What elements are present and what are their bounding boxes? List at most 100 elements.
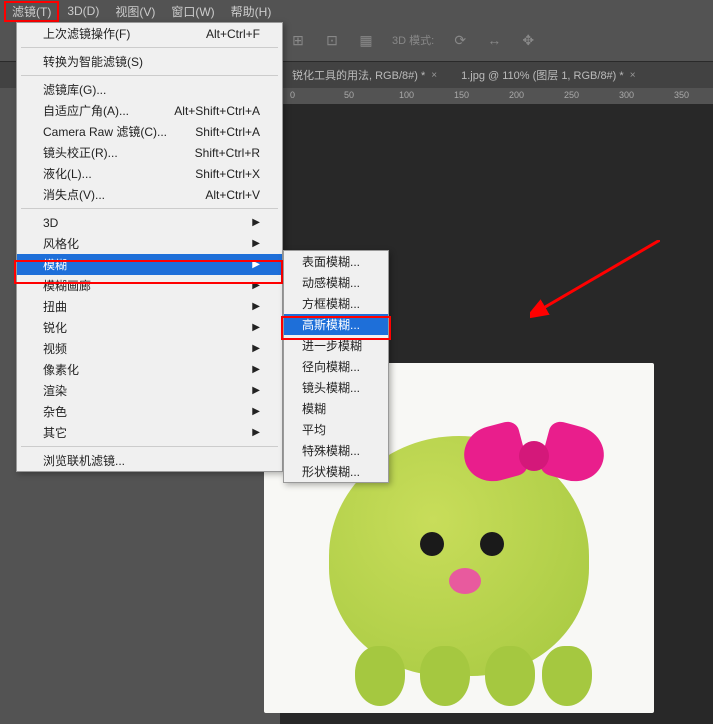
sub-item-surface-blur[interactable]: 表面模糊... [284,251,388,272]
menu-window[interactable]: 窗口(W) [163,1,222,22]
chevron-right-icon: ▶ [252,427,260,438]
menu-item-shortcut: Alt+Ctrl+V [205,188,260,202]
menu-item-distort[interactable]: 扭曲 ▶ [17,296,282,317]
pan-icon[interactable]: ↔ [486,32,502,48]
tab-label: 锐化工具的用法, RGB/8#) * [292,67,425,83]
menu-item-render[interactable]: 渲染 ▶ [17,380,282,401]
menu-item-noise[interactable]: 杂色 ▶ [17,401,282,422]
menu-item-shortcut: Shift+Ctrl+X [195,167,260,181]
menu-filter[interactable]: 滤镜(T) [4,1,59,22]
menu-item-shortcut: Shift+Ctrl+A [195,125,260,139]
toolbar-icon-2[interactable]: ⊡ [324,32,340,48]
menu-item-stylize[interactable]: 风格化 ▶ [17,233,282,254]
menu-item-label: 模糊 [43,256,67,273]
menu-item-pixelate[interactable]: 像素化 ▶ [17,359,282,380]
toolbar-icon-1[interactable]: ⊞ [290,32,306,48]
menu-separator [21,75,278,76]
tentacle-icon [485,646,535,706]
menubar: 滤镜(T) 3D(D) 视图(V) 窗口(W) 帮助(H) [0,0,713,22]
ruler-tick: 100 [399,90,414,100]
chevron-right-icon: ▶ [252,280,260,291]
sub-item-lens-blur[interactable]: 镜头模糊... [284,377,388,398]
toolbar-icon-3[interactable]: ▦ [358,32,374,48]
ruler-tick: 50 [344,90,354,100]
chevron-right-icon: ▶ [252,385,260,396]
sub-item-gaussian-blur[interactable]: 高斯模糊... [284,314,388,335]
menu-item-label: 锐化 [43,319,67,336]
tab-label: 1.jpg @ 110% (图层 1, RGB/8#) * [461,67,624,83]
menu-item-liquify[interactable]: 液化(L)... Shift+Ctrl+X [17,163,282,184]
toolbar-3d-mode-label: 3D 模式: [392,32,434,48]
chevron-right-icon: ▶ [252,322,260,333]
chevron-right-icon: ▶ [252,301,260,312]
sub-item-box-blur[interactable]: 方框模糊... [284,293,388,314]
menu-separator [21,47,278,48]
sub-item-more-blur[interactable]: 进一步模糊 [284,335,388,356]
menu-item-filter-gallery[interactable]: 滤镜库(G)... [17,79,282,100]
filter-dropdown-menu: 上次滤镜操作(F) Alt+Ctrl+F 转换为智能滤镜(S) 滤镜库(G)..… [16,22,283,472]
horizontal-ruler: 0 50 100 150 200 250 300 350 [280,88,713,104]
menu-item-sharpen[interactable]: 锐化 ▶ [17,317,282,338]
menu-item-label: 其它 [43,424,67,441]
menu-item-blur-gallery[interactable]: 模糊画廊 ▶ [17,275,282,296]
ruler-tick: 350 [674,90,689,100]
menu-item-other[interactable]: 其它 ▶ [17,422,282,443]
sub-item-special-blur[interactable]: 特殊模糊... [284,440,388,461]
menu-item-browse-online[interactable]: 浏览联机滤镜... [17,450,282,471]
menu-item-label: 自适应广角(A)... [43,102,129,119]
menu-item-label: 扭曲 [43,298,67,315]
chevron-right-icon: ▶ [252,238,260,249]
menu-view[interactable]: 视图(V) [107,1,163,22]
menu-item-shortcut: Shift+Ctrl+R [195,146,260,160]
tentacle-icon [542,646,592,706]
menu-help[interactable]: 帮助(H) [223,1,280,22]
ruler-tick: 250 [564,90,579,100]
ruler-tick: 0 [290,90,295,100]
menu-item-3d[interactable]: 3D ▶ [17,212,282,233]
tentacle-icon [355,646,405,706]
menu-item-label: 上次滤镜操作(F) [43,25,130,42]
menu-item-video[interactable]: 视频 ▶ [17,338,282,359]
close-icon[interactable]: × [431,70,437,81]
menu-item-blur[interactable]: 模糊 ▶ [17,254,282,275]
menu-item-label: 转换为智能滤镜(S) [43,53,143,70]
menu-item-label: 像素化 [43,361,79,378]
chevron-right-icon: ▶ [252,343,260,354]
orbit-icon[interactable]: ⟳ [452,32,468,48]
chevron-right-icon: ▶ [252,364,260,375]
sub-item-motion-blur[interactable]: 动感模糊... [284,272,388,293]
tab-2[interactable]: 1.jpg @ 110% (图层 1, RGB/8#) * × [449,63,647,87]
menu-item-label: 风格化 [43,235,79,252]
menu-item-label: Camera Raw 滤镜(C)... [43,123,167,140]
menu-item-label: 消失点(V)... [43,186,105,203]
menu-separator [21,446,278,447]
sub-item-radial-blur[interactable]: 径向模糊... [284,356,388,377]
close-icon[interactable]: × [630,70,636,81]
menu-item-vanishing-point[interactable]: 消失点(V)... Alt+Ctrl+V [17,184,282,205]
tentacle-icon [420,646,470,706]
menu-item-label: 滤镜库(G)... [43,81,106,98]
menu-item-label: 液化(L)... [43,165,92,182]
move-icon[interactable]: ✥ [520,32,536,48]
ruler-tick: 150 [454,90,469,100]
ruler-tick: 300 [619,90,634,100]
chevron-right-icon: ▶ [252,406,260,417]
ruler-tick: 200 [509,90,524,100]
menu-item-last-filter[interactable]: 上次滤镜操作(F) Alt+Ctrl+F [17,23,282,44]
menu-item-shortcut: Alt+Ctrl+F [206,27,260,41]
sub-item-blur[interactable]: 模糊 [284,398,388,419]
eye-icon [420,532,444,556]
menu-item-adaptive-wide[interactable]: 自适应广角(A)... Alt+Shift+Ctrl+A [17,100,282,121]
menu-item-smart-filter[interactable]: 转换为智能滤镜(S) [17,51,282,72]
sub-item-shape-blur[interactable]: 形状模糊... [284,461,388,482]
menu-item-label: 视频 [43,340,67,357]
blur-submenu: 表面模糊... 动感模糊... 方框模糊... 高斯模糊... 进一步模糊 径向… [283,250,389,483]
menu-item-lens-correction[interactable]: 镜头校正(R)... Shift+Ctrl+R [17,142,282,163]
chevron-right-icon: ▶ [252,259,260,270]
tab-1[interactable]: 锐化工具的用法, RGB/8#) * × [280,63,449,87]
menu-item-camera-raw[interactable]: Camera Raw 滤镜(C)... Shift+Ctrl+A [17,121,282,142]
sub-item-average[interactable]: 平均 [284,419,388,440]
menu-3d[interactable]: 3D(D) [59,2,107,20]
menu-item-label: 模糊画廊 [43,277,91,294]
menu-item-label: 渲染 [43,382,67,399]
